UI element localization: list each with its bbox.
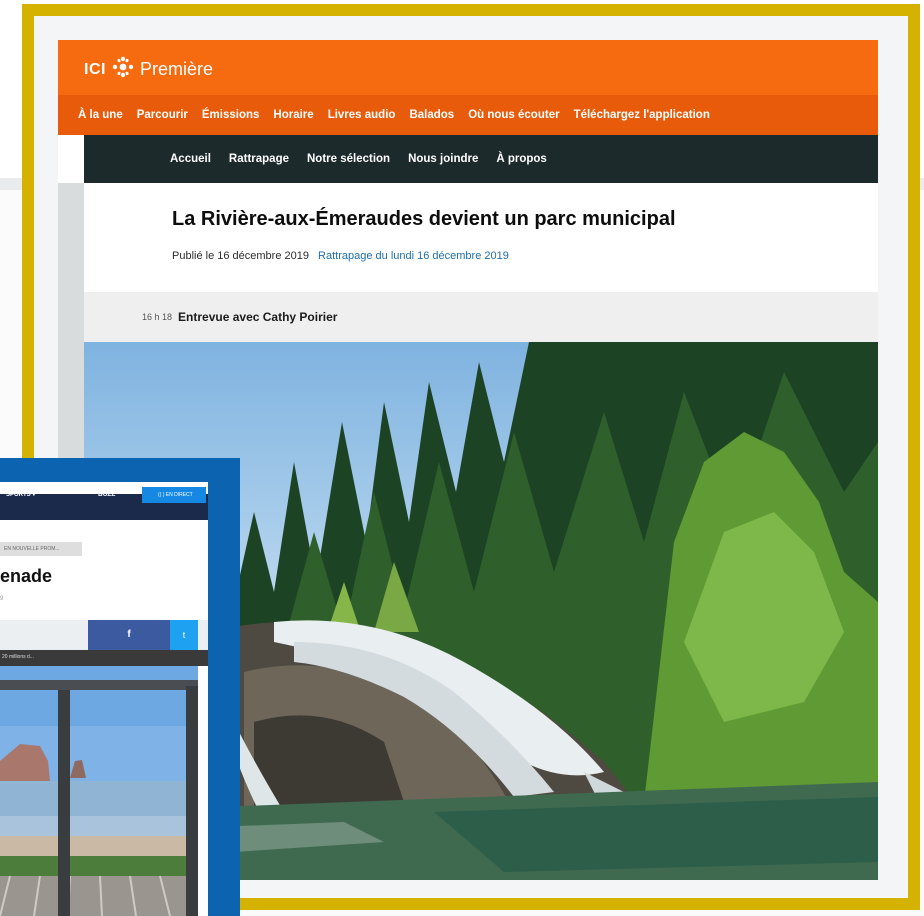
ici-premiere-logo[interactable]: ICI Première [84,56,213,83]
article-meta: Publié le 16 décembre 2019 Rattrapage du… [172,250,509,262]
rattrapage-link[interactable]: Rattrapage du lundi 16 décembre 2019 [318,250,509,262]
segment-title: Entrevue avec Cathy Poirier [178,310,338,324]
promenade-photo [0,666,198,916]
nav-item-telechargez-application[interactable]: Téléchargez l'application [574,109,710,121]
nav-item-a-la-une[interactable]: À la une [78,109,123,121]
nav-item-ou-nous-ecouter[interactable]: Où nous écouter [468,109,559,121]
secondary-nav-sports[interactable]: SPORTS ▾ [6,491,35,498]
nav-item-emissions[interactable]: Émissions [202,109,260,121]
nav-item-livres-audio[interactable]: Livres audio [328,109,396,121]
live-badge-text: (( ) EN DIRECT [158,492,193,498]
segment-bar[interactable]: 16 h 18 Entrevue avec Cathy Poirier [84,292,878,342]
subnav-item-nous-joindre[interactable]: Nous joindre [408,153,478,165]
nav-item-horaire[interactable]: Horaire [273,109,313,121]
secondary-breadcrumb[interactable]: EN NOUVELLE PROM... [4,546,60,552]
secondary-headline: enade [0,566,53,586]
article-title: La Rivière-aux-Émeraudes devient un parc… [172,208,676,230]
segment-time: 16 h 18 [142,312,173,322]
radio-canada-gem-icon [112,56,134,83]
secondary-caption: 20 millions d... [2,654,34,660]
top-bar: ICI Première [58,40,878,95]
secondary-nav-buzz[interactable]: BUZZ [98,491,115,498]
nav-item-balados[interactable]: Balados [409,109,454,121]
secondary-screenshot: SPORTS ▾ BUZZ (( ) EN DIRECT EN NOUVELLE… [0,482,208,916]
subnav-item-notre-selection[interactable]: Notre sélection [307,153,390,165]
facebook-share-button[interactable]: f [88,620,170,650]
promenade-illustration [0,666,198,916]
subnav-item-rattrapage[interactable]: Rattrapage [229,153,289,165]
main-nav: À la une Parcourir Émissions Horaire Liv… [58,95,878,135]
nav-item-parcourir[interactable]: Parcourir [137,109,188,121]
twitter-share-button[interactable]: t [170,620,198,650]
sub-nav: Accueil Rattrapage Notre sélection Nous … [84,135,878,183]
subnav-item-accueil[interactable]: Accueil [170,153,211,165]
logo-premiere-text: Première [139,59,213,79]
secondary-meta: 9 [0,596,4,602]
subnav-item-a-propos[interactable]: À propos [496,153,546,165]
published-date: Publié le 16 décembre 2019 [172,250,309,262]
logo-ici-text: ICI [84,60,106,78]
